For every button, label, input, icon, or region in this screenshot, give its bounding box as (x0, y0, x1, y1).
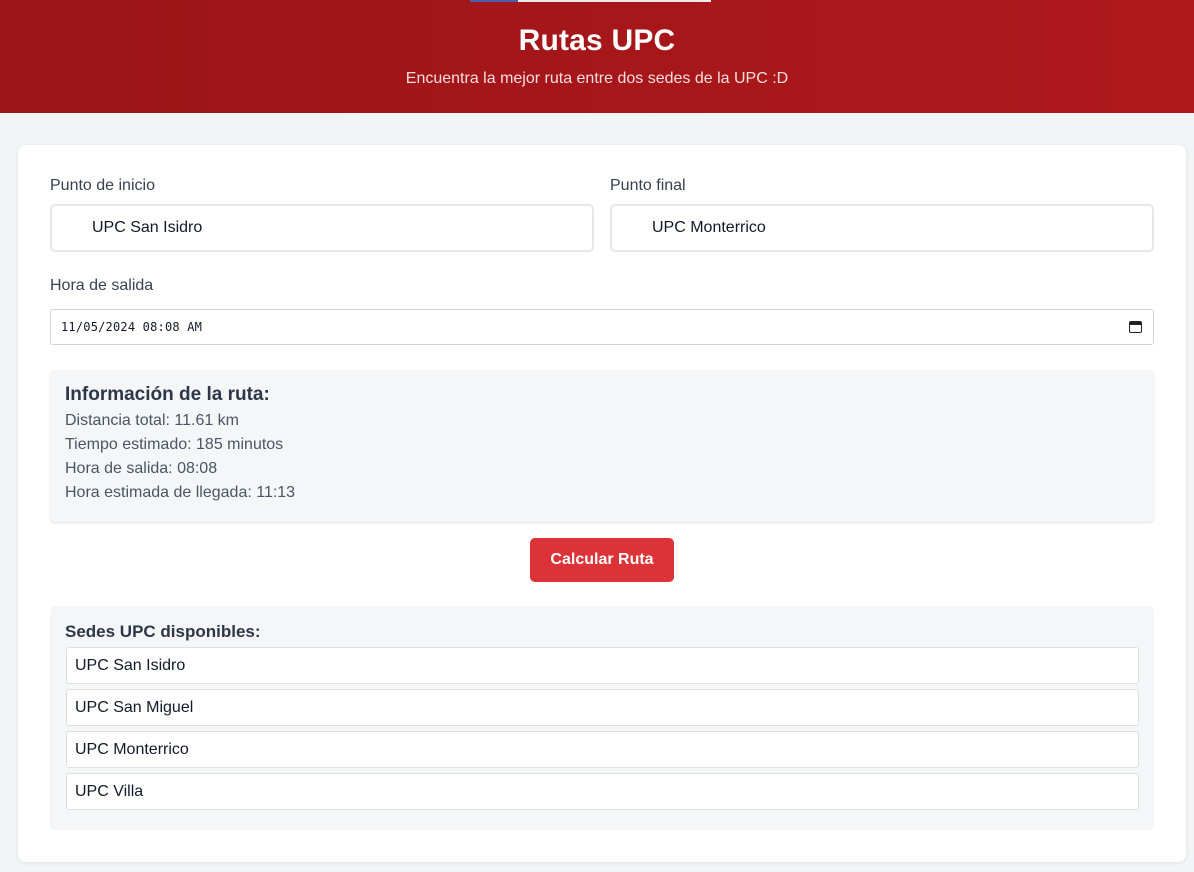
start-point-input[interactable] (50, 204, 594, 252)
campus-item[interactable]: UPC San Miguel (66, 689, 1139, 726)
campus-item[interactable]: UPC San Isidro (66, 647, 1139, 684)
start-point-label: Punto de inicio (50, 177, 155, 194)
available-campuses-panel: Sedes UPC disponibles: UPC San Isidro UP… (50, 606, 1154, 830)
route-info-title: Información de la ruta: (65, 384, 270, 405)
departure-datetime-input[interactable]: 11/05/2024 08:08 AM (50, 309, 1154, 345)
top-strip-blue (470, 0, 518, 2)
page-title: Rutas UPC (518, 24, 676, 57)
campus-item[interactable]: UPC Monterrico (66, 731, 1139, 768)
arrival-time: Hora estimada de llegada: 11:13 (65, 484, 296, 501)
end-point-label: Punto final (610, 177, 686, 194)
departure-time-label: Hora de salida (50, 277, 154, 294)
top-strip-white (518, 0, 711, 2)
calculate-route-button[interactable]: Calcular Ruta (530, 538, 674, 582)
calendar-icon[interactable] (1129, 321, 1142, 333)
campus-item[interactable]: UPC Villa (66, 773, 1139, 810)
app-header: Rutas UPC Encuentra la mejor ruta entre … (0, 0, 1194, 113)
route-form-card: Punto de inicio Punto final Hora de sali… (18, 145, 1186, 862)
datetime-value: 11/05/2024 08:08 AM (61, 320, 203, 334)
estimated-time: Tiempo estimado: 185 minutos (65, 436, 284, 453)
departure-time: Hora de salida: 08:08 (65, 460, 218, 477)
end-point-input[interactable] (610, 204, 1154, 252)
route-info-panel: Información de la ruta: Distancia total:… (50, 370, 1154, 522)
page-subtitle: Encuentra la mejor ruta entre dos sedes … (405, 70, 789, 87)
campuses-title: Sedes UPC disponibles: (65, 622, 261, 641)
total-distance: Distancia total: 11.61 km (65, 412, 240, 429)
